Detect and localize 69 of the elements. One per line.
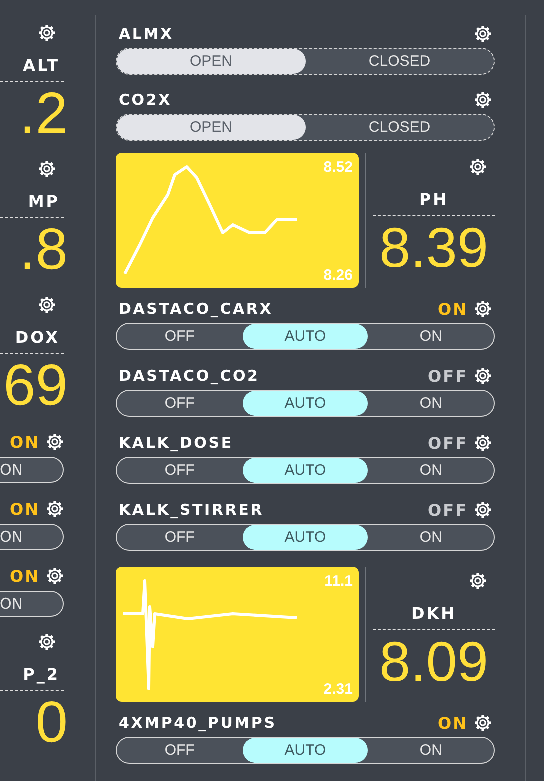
settings-icon[interactable] xyxy=(474,300,492,318)
device-title: KALK_STIRRER xyxy=(119,501,264,519)
sensor-value: 8.09 xyxy=(380,631,488,693)
settings-icon[interactable] xyxy=(46,433,64,451)
sensor-value: 69 xyxy=(3,355,68,417)
chart-min-label: 2.31 xyxy=(324,681,353,698)
toggle-option[interactable]: ON xyxy=(368,391,494,416)
toggle-option[interactable]: OFF xyxy=(117,738,243,763)
status-label: OFF xyxy=(428,434,468,452)
sensor-value: .2 xyxy=(20,83,68,145)
toggle-option[interactable]: OFF xyxy=(117,458,243,483)
toggle-option[interactable]: AUTO xyxy=(242,458,368,483)
settings-icon[interactable] xyxy=(469,158,487,176)
toggle-option[interactable]: OFF xyxy=(117,391,243,416)
settings-icon[interactable] xyxy=(38,24,56,42)
toggle-option[interactable]: ON xyxy=(0,524,64,550)
device-title: DASTACO_CARX xyxy=(119,300,274,318)
toggle-option[interactable]: ON xyxy=(368,324,494,349)
toggle-option[interactable]: ON xyxy=(0,457,64,483)
settings-icon[interactable] xyxy=(38,296,56,314)
toggle-option[interactable]: AUTO xyxy=(242,738,368,763)
status-label: OFF xyxy=(428,500,468,520)
status-label: OFF xyxy=(428,366,468,386)
sensor-value: .8 xyxy=(20,219,68,281)
device-title: DASTACO_CO2 xyxy=(119,367,260,385)
settings-icon[interactable] xyxy=(474,714,492,732)
sensor-title: DKH xyxy=(411,604,457,624)
toggle-option[interactable]: CLOSED xyxy=(306,115,494,140)
chart-max-label: 11.1 xyxy=(324,573,353,590)
settings-icon[interactable] xyxy=(474,91,492,109)
settings-icon[interactable] xyxy=(38,160,56,178)
toggle-option[interactable]: AUTO xyxy=(242,525,368,550)
toggle-option[interactable]: OPEN xyxy=(117,49,306,74)
settings-icon[interactable] xyxy=(469,572,487,590)
toggle-option[interactable]: OPEN xyxy=(117,115,306,140)
chart-min-label: 8.26 xyxy=(324,267,353,284)
toggle-option[interactable]: ON xyxy=(368,738,494,763)
sensor-title: MP xyxy=(28,192,61,212)
settings-icon[interactable] xyxy=(38,633,56,651)
device-title: 4XMP40_PUMPS xyxy=(119,714,277,732)
device-title: CO2X xyxy=(119,91,172,109)
chart-max-label: 8.52 xyxy=(324,159,353,176)
sensor-title: ALT xyxy=(23,56,61,76)
sensor-title: P_2 xyxy=(23,665,61,685)
toggle-option[interactable]: CLOSED xyxy=(306,49,494,74)
sensor-value: 0 xyxy=(36,692,68,754)
sensor-title: DOX xyxy=(15,328,61,348)
status-label: ON xyxy=(10,500,40,518)
toggle-option[interactable]: ON xyxy=(0,591,64,617)
toggle-option[interactable]: OFF xyxy=(117,525,243,550)
settings-icon[interactable] xyxy=(474,434,492,452)
settings-icon[interactable] xyxy=(46,567,64,585)
status-label: ON xyxy=(438,714,468,732)
settings-icon[interactable] xyxy=(474,367,492,385)
sensor-value: 8.39 xyxy=(380,217,488,279)
settings-icon[interactable] xyxy=(474,501,492,519)
device-title: ALMX xyxy=(119,25,174,43)
toggle-option[interactable]: AUTO xyxy=(242,391,368,416)
toggle-option[interactable]: ON xyxy=(368,458,494,483)
status-label: ON xyxy=(10,432,40,452)
status-label: ON xyxy=(438,300,468,318)
toggle-option[interactable]: ON xyxy=(368,525,494,550)
settings-icon[interactable] xyxy=(46,500,64,518)
status-label: ON xyxy=(10,566,40,586)
sensor-title: PH xyxy=(419,190,449,210)
device-title: KALK_DOSE xyxy=(119,434,234,452)
toggle-option[interactable]: OFF xyxy=(117,324,243,349)
settings-icon[interactable] xyxy=(474,25,492,43)
toggle-option[interactable]: AUTO xyxy=(242,324,368,349)
